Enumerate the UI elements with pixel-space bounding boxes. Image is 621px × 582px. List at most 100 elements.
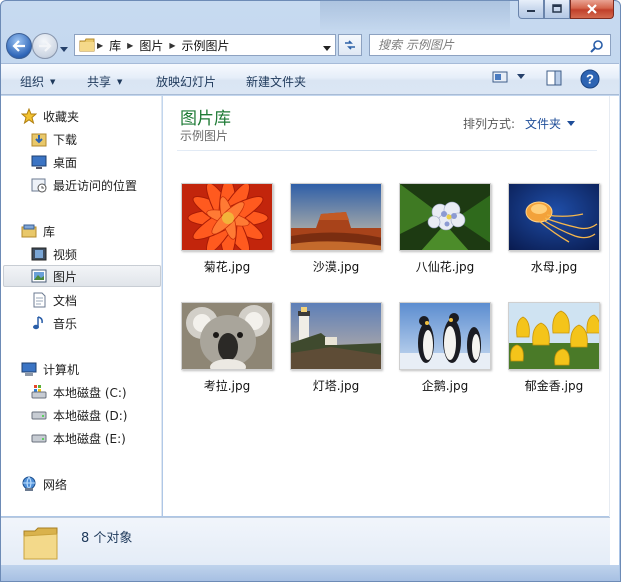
search-input[interactable]	[378, 38, 578, 52]
thumbnail-tulips	[508, 302, 600, 370]
close-icon	[587, 4, 597, 14]
refresh-icon	[345, 40, 355, 50]
nav-libraries-label: 库	[43, 224, 56, 239]
file-tile[interactable]: 八仙花.jpg	[399, 183, 491, 275]
thumbnail-lighthouse	[290, 302, 382, 370]
maximize-button[interactable]	[544, 0, 570, 19]
minimize-icon	[527, 10, 535, 12]
thumbnail-hydrangeas	[399, 183, 491, 251]
nav-favorites[interactable]: 收藏夹	[21, 105, 179, 127]
file-tile[interactable]: 灯塔.jpg	[290, 302, 382, 394]
desktop-icon	[31, 154, 47, 170]
file-name: 沙漠.jpg	[312, 260, 360, 274]
magnifier-icon[interactable]	[590, 39, 604, 56]
slideshow-label: 放映幻灯片	[156, 75, 217, 89]
refresh-button[interactable]	[338, 34, 362, 56]
thumbnail-penguins	[399, 302, 491, 370]
details-pane: 8 个对象	[1, 517, 610, 565]
new-folder-button[interactable]: 新建文件夹	[246, 73, 306, 90]
item-count: 8 个对象	[81, 531, 133, 546]
nav-item-label: 最近访问的位置	[53, 178, 138, 193]
scrollbar-track[interactable]	[609, 96, 619, 565]
chevron-down-icon[interactable]	[516, 73, 526, 81]
back-button[interactable]	[6, 33, 32, 59]
breadcrumb-arrow-icon[interactable]: ▶	[169, 41, 175, 50]
nav-item-label: 图片	[53, 269, 78, 284]
nav-item-label: 视频	[53, 247, 78, 262]
arrange-by-dropdown[interactable]: 文件夹	[525, 115, 575, 132]
arrow-left-icon	[12, 40, 25, 52]
search-box[interactable]	[369, 34, 611, 56]
file-name: 考拉.jpg	[203, 379, 251, 393]
file-name: 郁金香.jpg	[524, 379, 584, 393]
maximize-icon	[552, 4, 562, 13]
window-bottom-edge	[1, 565, 619, 581]
thumbnail-koala	[181, 302, 273, 370]
nav-item-label: 音乐	[53, 316, 78, 331]
chevron-down-icon	[567, 120, 575, 126]
nav-network[interactable]: 网络	[21, 473, 179, 495]
network-icon	[21, 476, 37, 492]
recent-pages-dropdown[interactable]	[60, 42, 68, 56]
computer-icon	[21, 361, 37, 377]
file-name: 企鹅.jpg	[421, 379, 469, 393]
organize-menu[interactable]: 组织 ▼	[20, 73, 55, 90]
arrange-by-value: 文件夹	[524, 117, 561, 131]
folder-icon	[79, 38, 95, 52]
nav-computer-label: 计算机	[43, 362, 80, 377]
file-name: 菊花.jpg	[203, 260, 251, 274]
file-tile[interactable]: 考拉.jpg	[181, 302, 273, 394]
file-list-pane: 图片库 示例图片 排列方式: 文件夹 菊花.jpg 沙漠.jpg 八仙花.jpg…	[163, 96, 609, 516]
windows-drive-icon	[31, 384, 47, 400]
chevron-down-icon	[60, 47, 68, 52]
nav-item-label: 文档	[53, 293, 78, 308]
nav-favorites-label: 收藏夹	[43, 109, 80, 124]
nav-item-label: 本地磁盘 (C:)	[53, 385, 127, 400]
nav-item-pictures[interactable]: 图片	[3, 265, 161, 287]
address-history-dropdown[interactable]	[323, 41, 331, 55]
star-icon	[21, 108, 37, 124]
nav-item-label: 桌面	[53, 155, 78, 170]
navigation-pane: 收藏夹 下载 桌面 最近访问的位置 库 视频 图片 文档 音乐 计算机 本地磁盘…	[1, 96, 162, 516]
nav-network-label: 网络	[43, 477, 68, 492]
documents-icon	[31, 292, 47, 308]
library-subtitle: 示例图片	[180, 129, 229, 143]
chevron-down-icon	[323, 46, 331, 51]
file-name: 水母.jpg	[530, 260, 578, 274]
preview-pane-button[interactable]	[546, 70, 562, 86]
arrow-right-icon	[39, 40, 52, 52]
breadcrumb-arrow-icon[interactable]: ▶	[127, 41, 133, 50]
minimize-button[interactable]	[518, 0, 544, 19]
slideshow-button[interactable]: 放映幻灯片	[156, 73, 216, 90]
header-divider	[177, 150, 597, 151]
svg-text:?: ?	[586, 72, 594, 87]
breadcrumb-libraries[interactable]: 库	[109, 37, 121, 54]
nav-computer[interactable]: 计算机	[21, 358, 179, 380]
thumbnail-desert	[290, 183, 382, 251]
close-button[interactable]	[570, 0, 614, 19]
file-tile[interactable]: 企鹅.jpg	[399, 302, 491, 394]
share-menu[interactable]: 共享 ▼	[87, 73, 122, 90]
new-folder-label: 新建文件夹	[246, 75, 307, 89]
recent-places-icon	[31, 177, 47, 193]
command-bar: 组织 ▼ 共享 ▼ 放映幻灯片 新建文件夹 ?	[1, 63, 619, 95]
arrange-by: 排列方式: 文件夹	[463, 115, 575, 132]
help-button[interactable]: ?	[580, 69, 600, 89]
breadcrumb-arrow-icon[interactable]: ▶	[97, 41, 103, 50]
view-options-button[interactable]	[492, 70, 526, 84]
nav-libraries[interactable]: 库	[21, 220, 179, 242]
file-tile[interactable]: 郁金香.jpg	[508, 302, 600, 394]
breadcrumb-sample-pictures[interactable]: 示例图片	[182, 37, 230, 54]
video-icon	[31, 246, 47, 262]
file-tile[interactable]: 水母.jpg	[508, 183, 600, 275]
nav-item-label: 本地磁盘 (E:)	[53, 431, 126, 446]
drive-icon	[31, 430, 47, 446]
chevron-down-icon: ▼	[117, 77, 123, 86]
address-bar[interactable]: ▶ 库 ▶ 图片 ▶ 示例图片	[74, 34, 336, 56]
drive-icon	[31, 407, 47, 423]
share-label: 共享	[87, 75, 112, 89]
breadcrumb-pictures[interactable]: 图片	[139, 37, 163, 54]
file-tile[interactable]: 菊花.jpg	[181, 183, 273, 275]
forward-button[interactable]	[32, 33, 58, 59]
file-tile[interactable]: 沙漠.jpg	[290, 183, 382, 275]
